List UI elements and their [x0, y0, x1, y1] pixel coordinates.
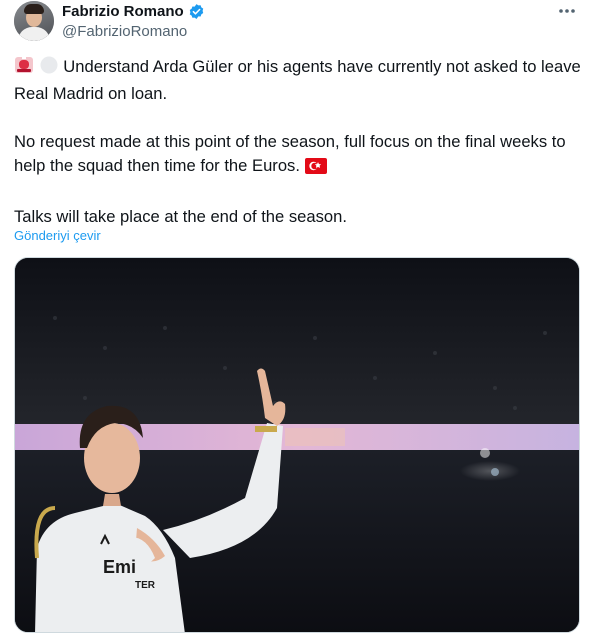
police-light-emoji — [14, 55, 34, 82]
author-avatar[interactable] — [14, 1, 54, 41]
tweet-text: Understand Arda Güler or his agents have… — [14, 55, 582, 229]
white-circle-emoji — [39, 55, 59, 82]
tweet-text-1: Understand Arda Güler or his agents have… — [14, 57, 586, 103]
translate-link[interactable]: Gönderiyi çevir — [14, 228, 101, 243]
verified-badge-icon — [188, 3, 205, 20]
tweet-header: Fabrizio Romano @FabrizioRomano — [14, 1, 582, 43]
tweet-paragraph-2: No request made at this point of the sea… — [14, 130, 582, 181]
stadium-photo: Emi TER — [15, 258, 579, 632]
tweet-text-3: Talks will take place at the end of the … — [14, 207, 347, 226]
author-display-name[interactable]: Fabrizio Romano — [62, 3, 184, 20]
author-name-row[interactable]: Fabrizio Romano — [62, 3, 205, 20]
tweet-text-2: No request made at this point of the sea… — [14, 132, 571, 175]
jersey-sponsor-text: Emi — [103, 557, 136, 577]
tweet-media-photo[interactable]: Emi TER — [14, 257, 580, 633]
turkey-flag-emoji — [304, 157, 327, 181]
tweet-paragraph-1: Understand Arda Güler or his agents have… — [14, 55, 582, 106]
author-handle[interactable]: @FabrizioRomano — [62, 23, 187, 40]
jersey-text-2: TER — [135, 580, 156, 591]
tweet-paragraph-3: Talks will take place at the end of the … — [14, 205, 582, 229]
more-options-icon[interactable] — [556, 3, 578, 21]
